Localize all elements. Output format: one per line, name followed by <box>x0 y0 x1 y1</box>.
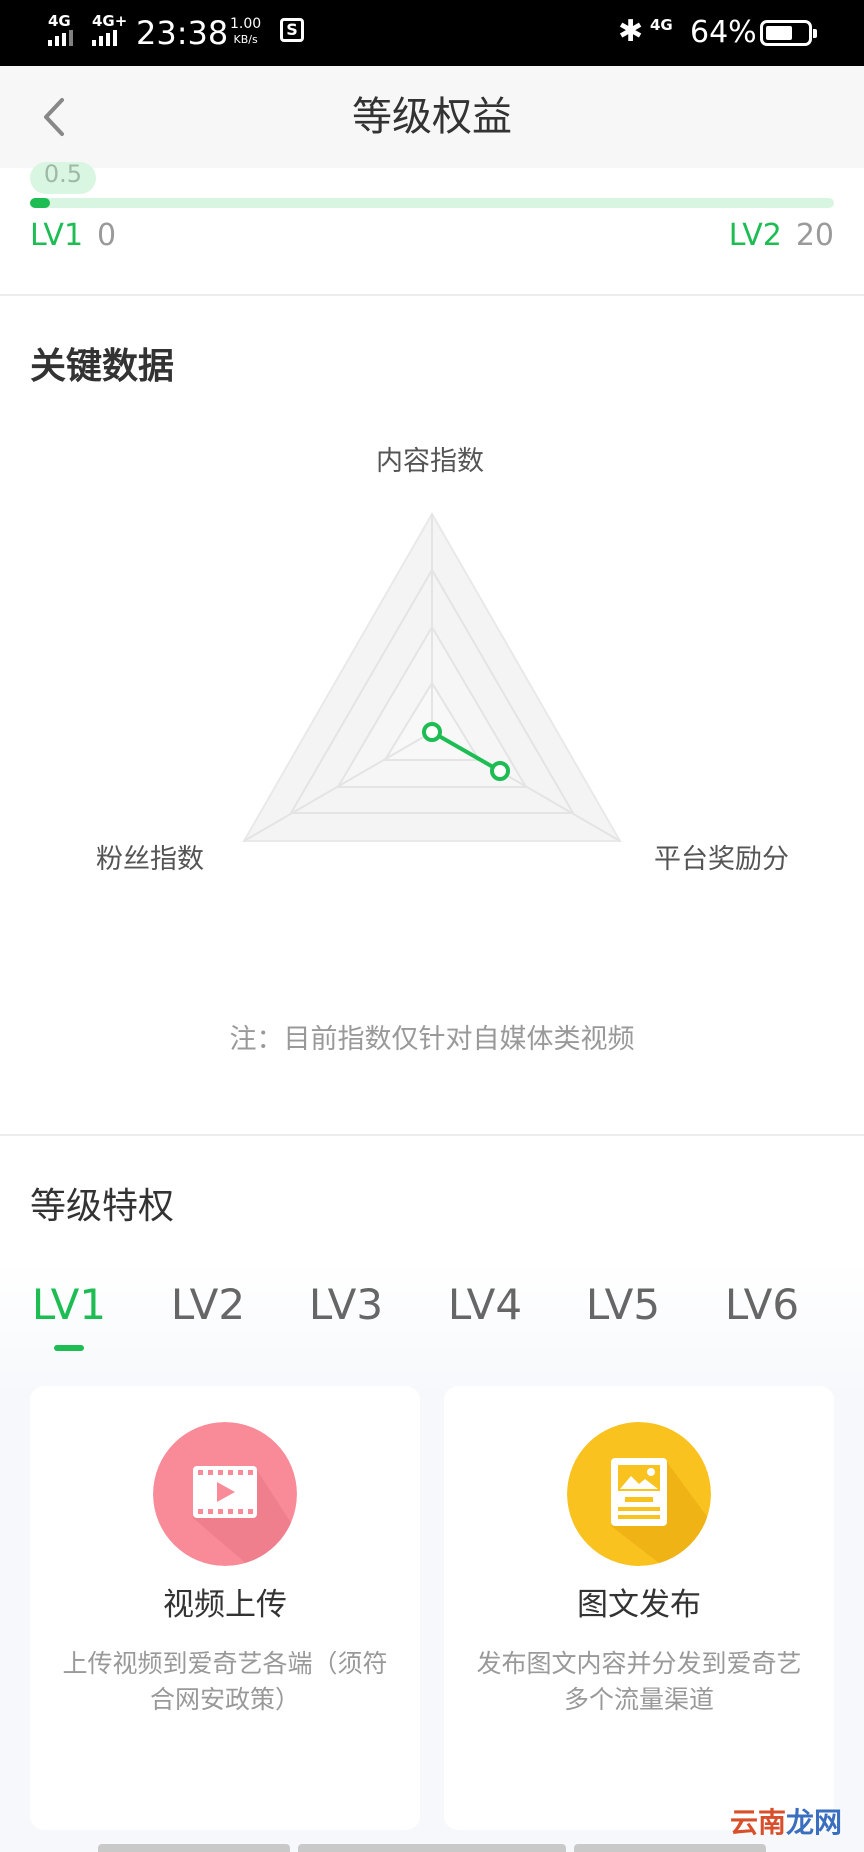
next-level-value: 20 <box>795 218 834 253</box>
watermark: 云南龙网 <box>730 1806 842 1840</box>
video-upload-icon <box>153 1422 297 1566</box>
watermark-part2: 龙网 <box>786 1806 843 1839</box>
card-title: 视频上传 <box>163 1587 287 1623</box>
speed-value: 1.00 <box>230 16 262 32</box>
card-title: 图文发布 <box>577 1587 701 1623</box>
progress-bubble: 0.5 <box>30 162 96 194</box>
bottom-card-edge <box>98 1844 290 1852</box>
signal-icon <box>92 30 117 46</box>
divider <box>0 294 864 296</box>
active-tab-indicator <box>54 1345 84 1351</box>
bluetooth-icon: ✱ <box>618 14 644 49</box>
signal-icon <box>48 30 73 46</box>
network-type-1: 4G <box>48 12 71 30</box>
section-title-privileges: 等级特权 <box>30 1186 175 1227</box>
tab-lv6[interactable]: LV6 <box>693 1280 831 1330</box>
battery-percent: 64% <box>690 15 757 50</box>
speed-unit: KB/s <box>233 33 258 46</box>
article-publish-icon <box>567 1422 711 1566</box>
privilege-card-article-publish[interactable]: 图文发布 发布图文内容并分发到爱奇艺多个流量渠道 <box>444 1386 834 1830</box>
current-level: LV1 0 <box>30 218 116 254</box>
next-level: LV2 20 <box>729 218 834 254</box>
tab-lv4[interactable]: LV4 <box>416 1280 554 1330</box>
tab-lv3[interactable]: LV3 <box>277 1280 415 1330</box>
battery-fill <box>766 26 792 40</box>
note-text: 注：目前指数仅针对自媒体类视频 <box>229 1024 635 1055</box>
tab-lv1[interactable]: LV1 <box>0 1280 138 1330</box>
watermark-part1: 云南 <box>730 1806 787 1839</box>
section-title-key-data: 关键数据 <box>30 346 175 387</box>
network-speed: 1.00 KB/s <box>230 17 261 47</box>
progress-fill <box>30 198 51 208</box>
next-level-name: LV2 <box>728 218 782 253</box>
privilege-card-video-upload[interactable]: 视频上传 上传视频到爱奇艺各端（须符合网安政策） <box>30 1386 420 1830</box>
bottom-card-edge <box>298 1844 566 1852</box>
level-progress: 0.5 LV1 0 LV2 20 <box>0 162 864 294</box>
radar-chart <box>242 511 622 842</box>
level-tabs: LV1 LV2 LV3 LV4 LV5 LV6 <box>0 1280 864 1350</box>
radar-grid <box>242 511 622 842</box>
clock: 23:38 <box>136 14 229 52</box>
card-description: 发布图文内容并分发到爱奇艺多个流量渠道 <box>476 1649 802 1714</box>
header-bar: 等级权益 <box>0 66 864 168</box>
status-bar: 4G 4G+ 23:38 1.00 KB/s S ✱ 4G 64% <box>0 0 864 66</box>
bottom-card-edge <box>574 1844 766 1852</box>
card-description: 上传视频到爱奇艺各端（须符合网安政策） <box>62 1649 388 1714</box>
battery-icon <box>760 20 817 46</box>
app-notification-icon: S <box>280 18 304 42</box>
current-level-name: LV1 <box>30 218 84 253</box>
tab-lv5[interactable]: LV5 <box>554 1280 692 1330</box>
divider <box>0 1134 864 1136</box>
network-type-2: 4G+ <box>92 12 128 30</box>
current-level-value: 0 <box>97 218 117 253</box>
tab-lv2[interactable]: LV2 <box>139 1280 277 1330</box>
progress-track <box>30 198 834 208</box>
page-title: 等级权益 <box>352 94 512 140</box>
network-type-3: 4G <box>650 16 673 34</box>
